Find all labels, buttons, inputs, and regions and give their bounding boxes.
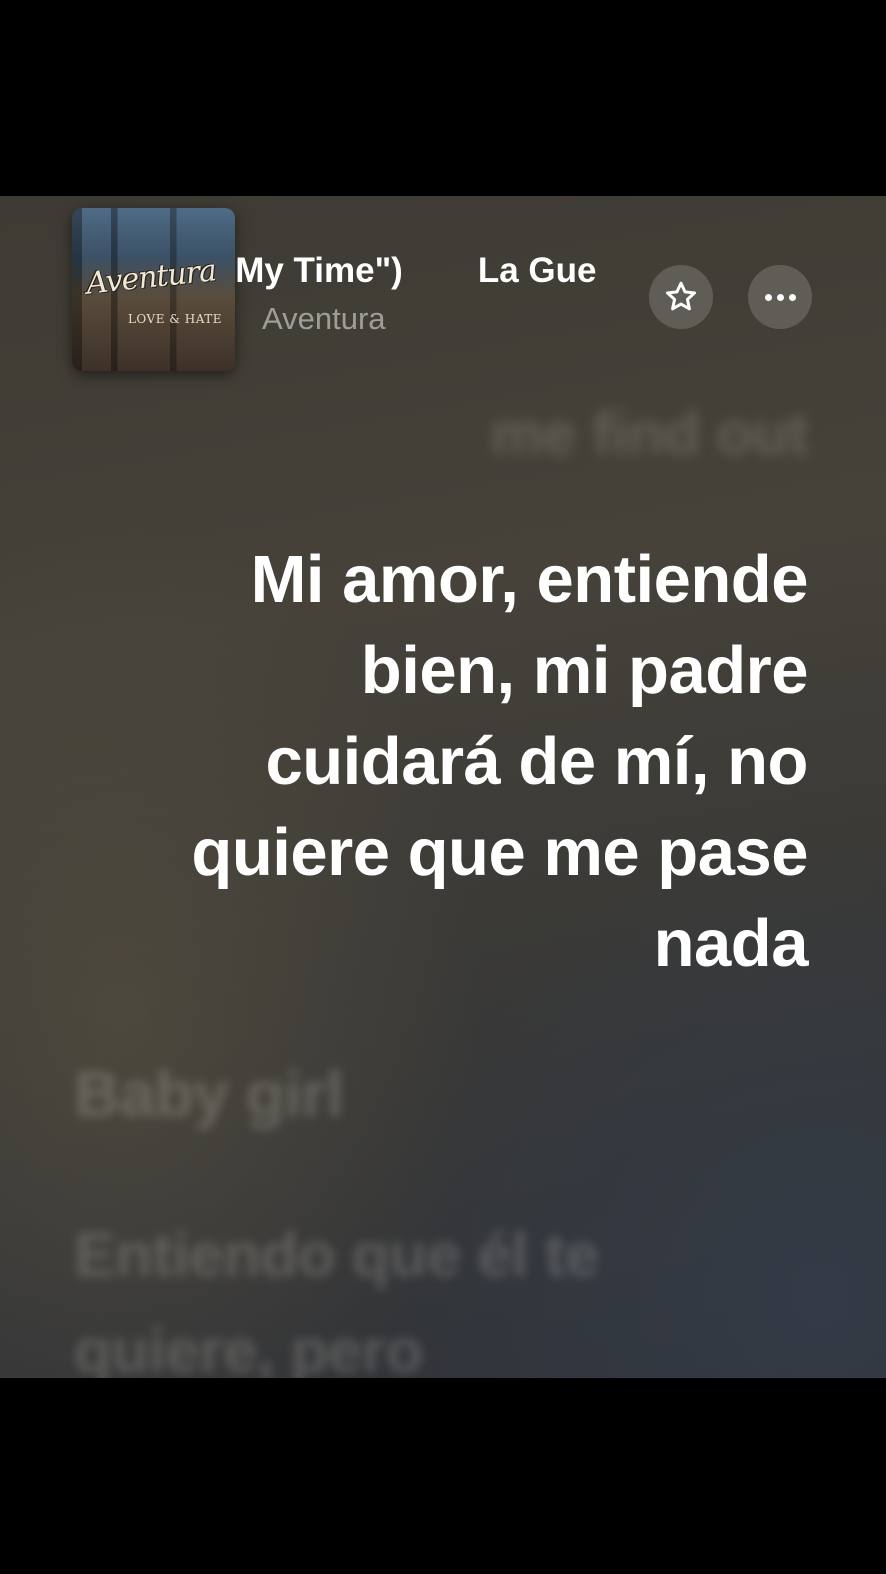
- artist-name[interactable]: Aventura: [262, 299, 386, 339]
- ellipsis-icon: [764, 293, 796, 301]
- now-playing-header: Aventura LOVE & HATE e My Time") La Gue A…: [0, 196, 886, 386]
- more-options-button[interactable]: [748, 265, 812, 329]
- song-title-repeat: La Gue: [477, 251, 597, 290]
- lyric-line-previous[interactable]: me find out: [490, 396, 808, 472]
- song-title: e My Time"): [236, 251, 403, 290]
- album-art-title: Aventura: [84, 253, 218, 302]
- lyric-line-current[interactable]: Mi amor, entiende bien, mi padre cuidará…: [128, 534, 808, 989]
- album-artwork[interactable]: Aventura LOVE & HATE: [72, 208, 235, 371]
- album-art-subtitle: LOVE & HATE: [127, 312, 223, 326]
- lyric-line-next[interactable]: Baby girl: [74, 1056, 344, 1132]
- lyric-line-following[interactable]: Entiendo que él te quiere, pero: [74, 1208, 634, 1378]
- star-icon: [666, 281, 696, 311]
- song-title-track: e My Time") La Gue: [236, 246, 596, 296]
- lyrics-screen: Aventura LOVE & HATE e My Time") La Gue A…: [0, 196, 886, 1378]
- song-title-marquee[interactable]: e My Time") La Gue: [236, 246, 638, 296]
- favorite-button[interactable]: [649, 265, 713, 329]
